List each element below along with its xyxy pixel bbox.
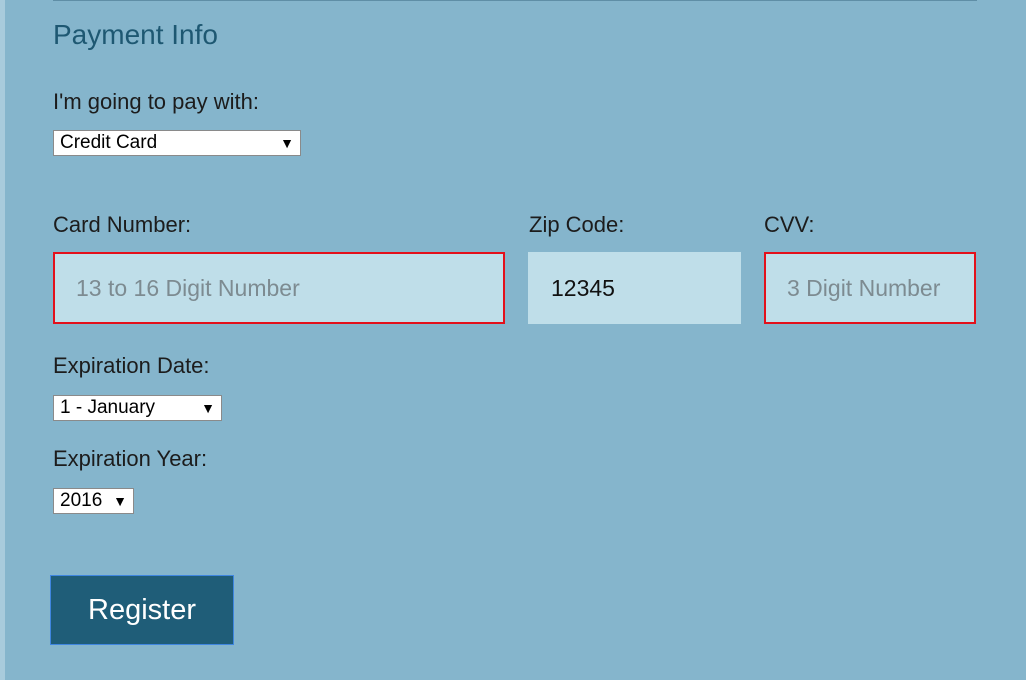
register-button[interactable]: Register	[50, 575, 234, 645]
expiration-month-select[interactable]: 1 - January ▼	[53, 395, 222, 421]
card-number-label: Card Number:	[53, 212, 192, 237]
zip-code-label: Zip Code:	[529, 212, 625, 237]
left-edge-strip	[0, 0, 5, 680]
expiration-year-select[interactable]: 2016 ▼	[53, 488, 134, 514]
section-divider	[53, 0, 977, 1]
chevron-down-icon: ▼	[280, 135, 294, 151]
cvv-input[interactable]: 3 Digit Number	[764, 252, 976, 324]
cvv-placeholder: 3 Digit Number	[787, 275, 941, 301]
payment-method-select[interactable]: Credit Card ▼	[53, 130, 301, 156]
cvv-label: CVV:	[764, 212, 815, 237]
expiration-month-value: 1 - January	[60, 397, 156, 418]
pay-with-label: I'm going to pay with:	[53, 89, 259, 114]
zip-code-input[interactable]: 12345	[528, 252, 741, 324]
section-title: Payment Info	[53, 19, 218, 50]
expiration-date-label: Expiration Date:	[53, 353, 210, 378]
expiration-year-value: 2016	[60, 490, 103, 511]
card-number-placeholder: 13 to 16 Digit Number	[76, 275, 300, 301]
zip-code-value: 12345	[551, 275, 615, 301]
chevron-down-icon: ▼	[201, 400, 215, 416]
expiration-year-label: Expiration Year:	[53, 446, 208, 471]
chevron-down-icon: ▼	[113, 493, 127, 509]
card-number-input[interactable]: 13 to 16 Digit Number	[53, 252, 505, 324]
payment-method-value: Credit Card	[60, 132, 158, 153]
